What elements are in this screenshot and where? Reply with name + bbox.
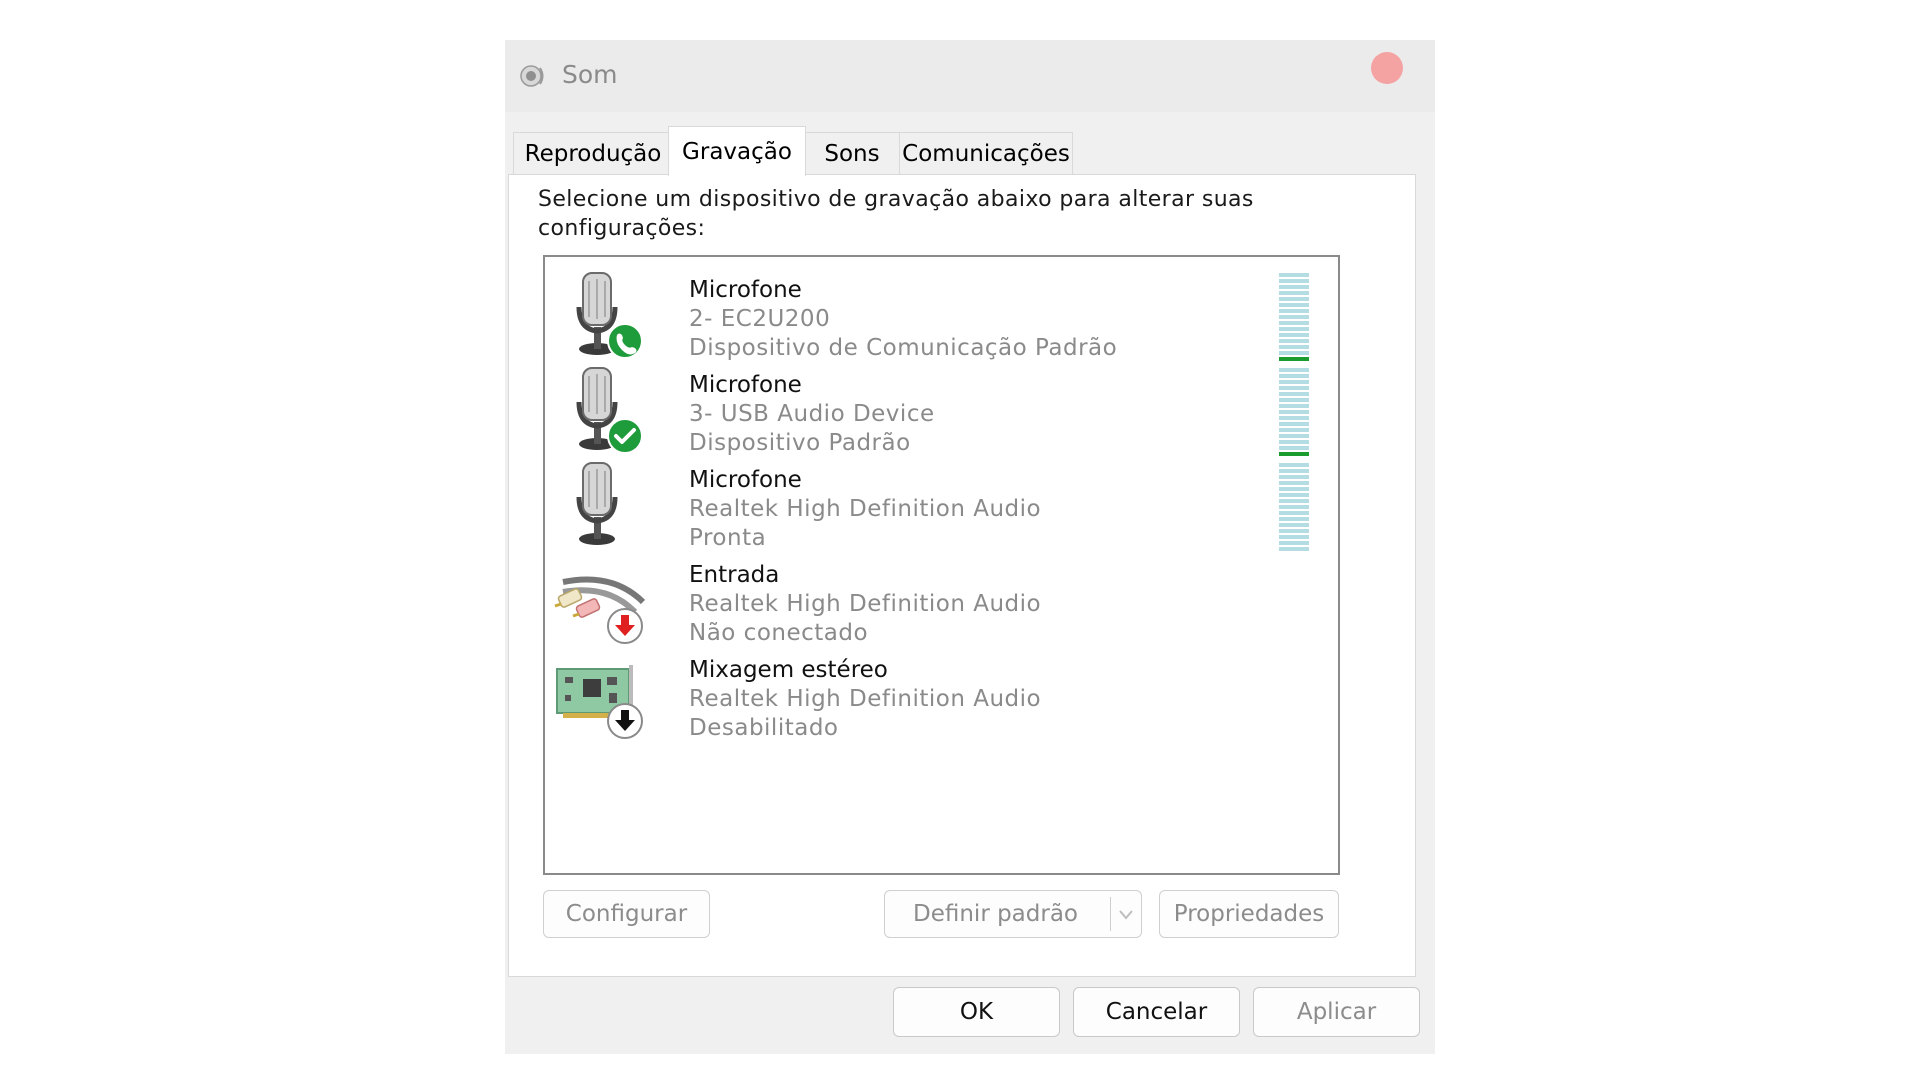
device-description: Realtek High Definition Audio — [689, 591, 1042, 617]
device-name: Microfone — [689, 277, 802, 303]
split-separator — [1110, 897, 1111, 931]
level-meter-bar — [1279, 511, 1309, 515]
level-meter-bar — [1279, 499, 1309, 503]
level-meter-bar — [1279, 428, 1309, 432]
level-meter-bar — [1279, 475, 1309, 479]
level-meter-bar — [1279, 422, 1309, 426]
level-meter-bar — [1279, 523, 1309, 527]
level-meter-bar — [1279, 434, 1309, 438]
level-meter-bar — [1279, 529, 1309, 533]
speaker-icon — [520, 65, 544, 87]
device-name: Microfone — [689, 372, 802, 398]
level-meter-bar — [1279, 345, 1309, 349]
device-status: Desabilitado — [689, 715, 839, 741]
level-meter-bar — [1279, 469, 1309, 473]
level-meter-bar — [1279, 386, 1309, 390]
level-meter-bar — [1279, 303, 1309, 307]
set-default-label: Definir padrão — [913, 901, 1078, 927]
level-meter-bar — [1279, 315, 1309, 319]
device-description: Realtek High Definition Audio — [689, 686, 1042, 712]
level-meter-bar — [1279, 535, 1309, 539]
close-button[interactable] — [1371, 52, 1403, 84]
tab-reproducao[interactable]: Reprodução — [513, 132, 673, 174]
level-meter-bar — [1279, 333, 1309, 337]
recording-tab-panel: Selecione um dispositivo de gravação aba… — [508, 174, 1416, 977]
level-meter-bar — [1279, 327, 1309, 331]
device-name: Mixagem estéreo — [689, 657, 888, 683]
level-meter-bar — [1279, 505, 1309, 509]
tab-gravacao[interactable]: Gravação — [668, 126, 806, 176]
level-meter-bar — [1279, 374, 1309, 378]
tab-sons[interactable]: Sons — [803, 132, 901, 174]
chevron-down-icon[interactable] — [1115, 903, 1137, 925]
device-list[interactable]: Microfone 2- EC2U200 Dispositivo de Comu… — [543, 255, 1340, 875]
sound-dialog: Som Reprodução Gravação Sons Comunicaçõe… — [505, 40, 1435, 1054]
level-meter-bar — [1279, 321, 1309, 325]
level-meter-bar — [1279, 380, 1309, 384]
ok-button[interactable]: OK — [893, 987, 1060, 1037]
instructions-text: Selecione um dispositivo de gravação aba… — [538, 187, 1254, 241]
device-name: Entrada — [689, 562, 780, 588]
level-meter-bar — [1279, 517, 1309, 521]
level-meter-bar — [1279, 410, 1309, 414]
level-meter-bar — [1279, 339, 1309, 343]
device-description: 3- USB Audio Device — [689, 401, 935, 427]
tab-comunicacoes[interactable]: Comunicações — [899, 132, 1073, 174]
device-description: 2- EC2U200 — [689, 306, 831, 332]
level-meter-bar — [1279, 297, 1309, 301]
level-meter-bar — [1279, 309, 1309, 313]
level-meter-bar — [1279, 440, 1309, 444]
level-meter-bar — [1279, 398, 1309, 402]
level-meter-bar — [1279, 279, 1309, 283]
level-meter-bar — [1279, 368, 1309, 372]
level-meter — [1279, 368, 1309, 456]
device-description: Realtek High Definition Audio — [689, 496, 1042, 522]
level-meter-bar — [1279, 392, 1309, 396]
level-meter-bar — [1279, 481, 1309, 485]
device-name: Microfone — [689, 467, 802, 493]
device-item-mixagem-estereo[interactable]: Mixagem estéreo Realtek High Definition … — [545, 637, 1338, 755]
level-meter-bar — [1279, 416, 1309, 420]
level-meter-bar — [1279, 291, 1309, 295]
level-meter-bar — [1279, 487, 1309, 491]
apply-button[interactable]: Aplicar — [1253, 987, 1420, 1037]
set-default-button[interactable]: Definir padrão — [884, 890, 1142, 938]
properties-button[interactable]: Propriedades — [1159, 890, 1339, 938]
level-meter-bar — [1279, 273, 1309, 277]
cancel-button[interactable]: Cancelar — [1073, 987, 1240, 1037]
sound-card-icon — [556, 665, 643, 739]
level-meter — [1279, 463, 1309, 551]
level-meter — [1279, 273, 1309, 361]
configure-button[interactable]: Configurar — [543, 890, 710, 938]
black-down-arrow-badge-icon — [607, 703, 643, 739]
level-meter-bar — [1279, 285, 1309, 289]
title-bar[interactable]: Som — [505, 40, 1435, 112]
level-meter-bar — [1279, 463, 1309, 467]
window-title: Som — [562, 60, 618, 89]
level-meter-bar — [1279, 404, 1309, 408]
level-meter-bar — [1279, 493, 1309, 497]
